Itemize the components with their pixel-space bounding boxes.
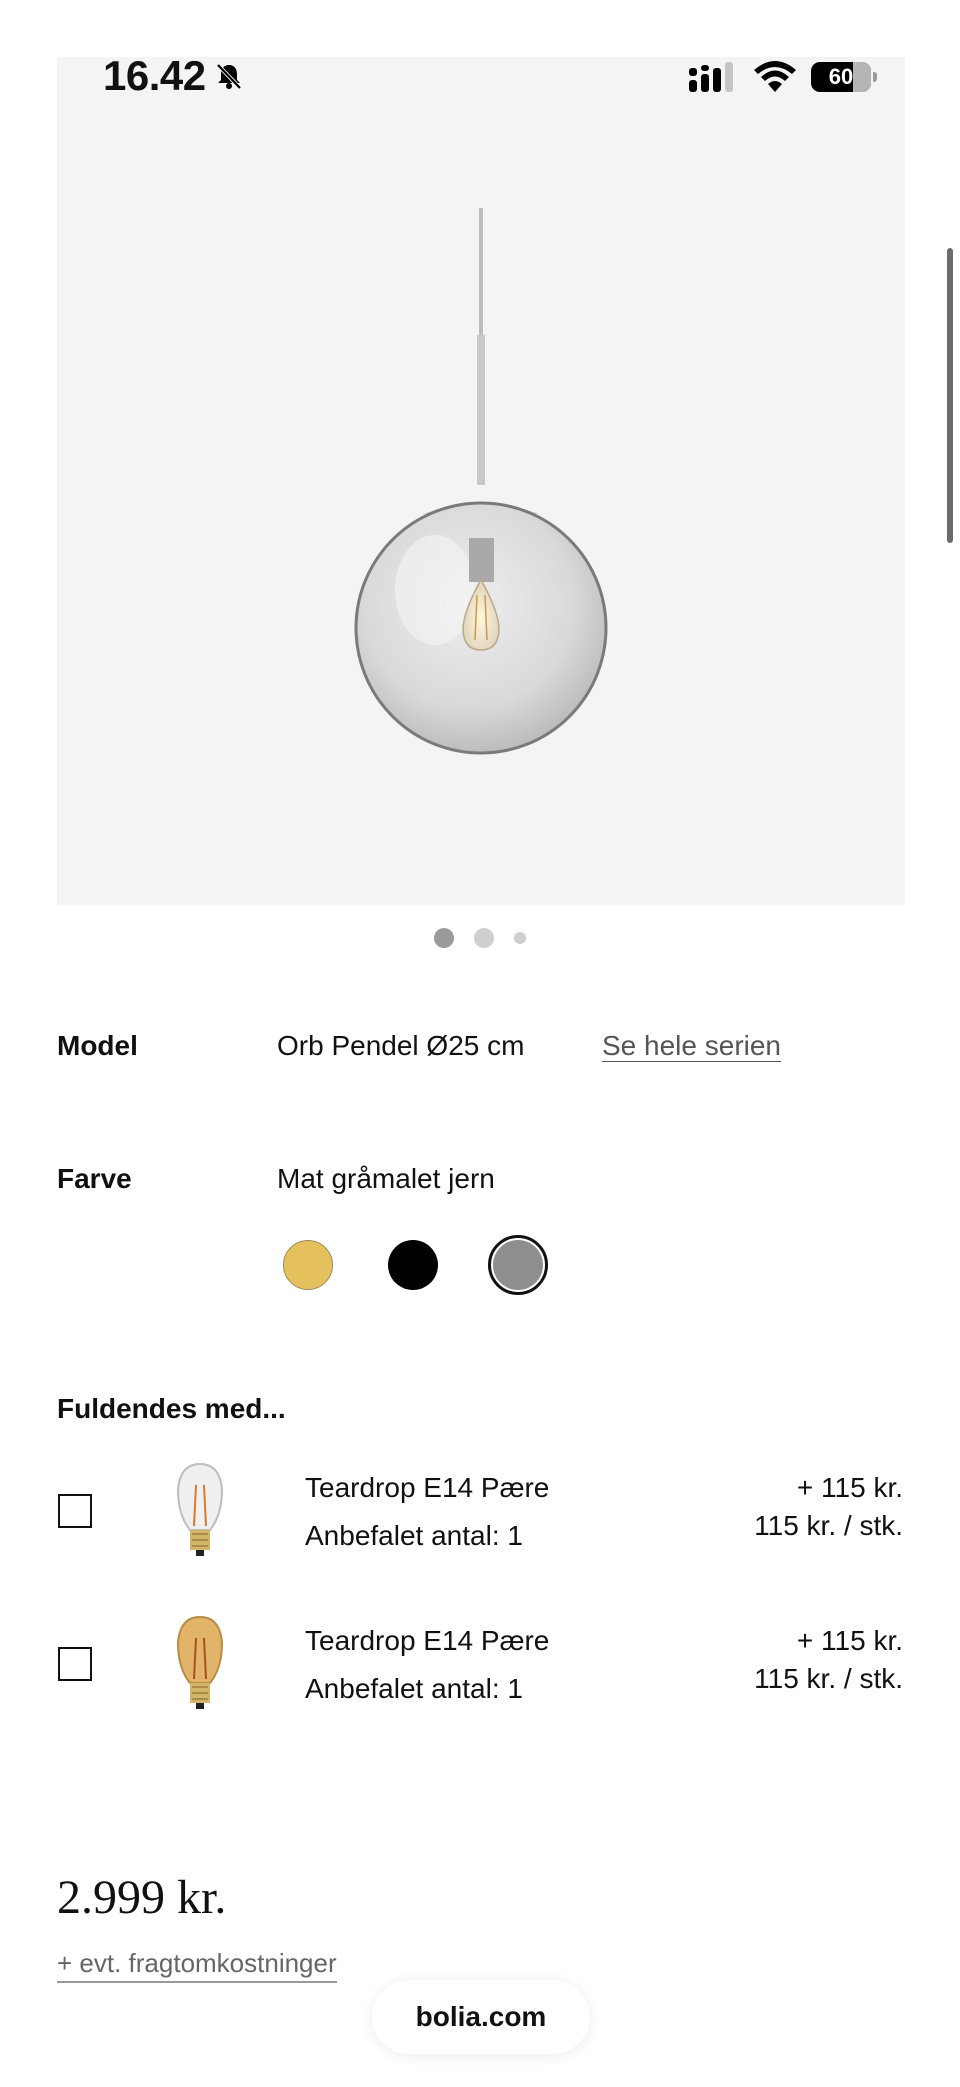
- bulb-clear-image: [176, 1462, 224, 1556]
- addon-1-title: Teardrop E14 Pære: [305, 1472, 550, 1503]
- browser-url-bar[interactable]: bolia.com: [372, 1980, 590, 2054]
- product-price: 2.999 kr.: [57, 1871, 227, 1924]
- status-time-text: 16.42: [103, 52, 206, 99]
- addon-checkbox-2[interactable]: [58, 1647, 92, 1681]
- gallery-dot-2[interactable]: [474, 928, 494, 948]
- model-label: Model: [57, 1030, 138, 1061]
- addon-checkbox-1[interactable]: [58, 1494, 92, 1528]
- addons-heading: Fuldendes med...: [57, 1393, 286, 1424]
- addon-2-unit-price: 115 kr. / stk.: [754, 1663, 903, 1694]
- cellular-signal-icon: [689, 62, 733, 92]
- addon-1-price: + 115 kr.: [796, 1472, 903, 1503]
- wifi-icon: [754, 61, 796, 92]
- gallery-pagination: [0, 928, 960, 948]
- addon-2-subtitle: Anbefalet antal: 1: [305, 1673, 523, 1704]
- battery-icon: 60: [811, 62, 877, 92]
- freight-link[interactable]: + evt. fragtomkostninger: [57, 1948, 337, 1983]
- gallery-dot-3[interactable]: [514, 932, 526, 944]
- model-value: Orb Pendel Ø25 cm: [277, 1030, 525, 1061]
- addon-2-price: + 115 kr.: [796, 1625, 903, 1656]
- gallery-dot-1[interactable]: [434, 928, 454, 948]
- color-label: Farve: [57, 1163, 132, 1194]
- swatch-gold[interactable]: [283, 1240, 333, 1290]
- status-time: 16.42: [103, 52, 244, 100]
- color-value: Mat gråmalet jern: [277, 1163, 495, 1194]
- scrollbar[interactable]: [947, 248, 953, 543]
- addon-2-title: Teardrop E14 Pære: [305, 1625, 550, 1656]
- bulb-amber-image: [176, 1615, 224, 1709]
- swatch-grey[interactable]: [493, 1240, 543, 1290]
- pendant-lamp-image: [354, 208, 608, 755]
- bell-muted-icon: [216, 63, 242, 90]
- addon-1-subtitle: Anbefalet antal: 1: [305, 1520, 523, 1551]
- battery-level: 60: [828, 64, 854, 89]
- product-page: 16.42 60 Model Orb Pendel Ø25 cm Se hele: [0, 0, 960, 2087]
- see-series-link[interactable]: Se hele serien: [602, 1030, 781, 1062]
- swatch-black[interactable]: [388, 1240, 438, 1290]
- addon-1-unit-price: 115 kr. / stk.: [754, 1510, 903, 1541]
- browser-url-text: bolia.com: [415, 2001, 547, 2032]
